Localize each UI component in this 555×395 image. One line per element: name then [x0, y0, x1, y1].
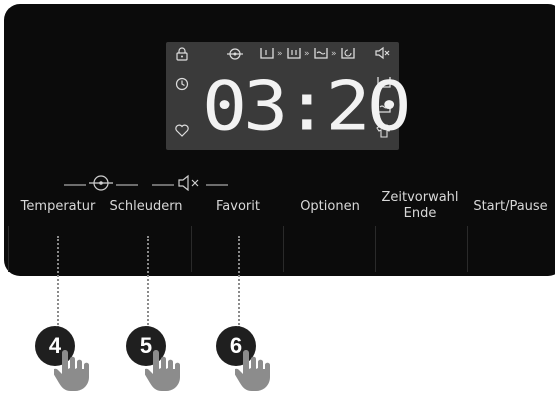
lock-icon: [176, 47, 188, 61]
leader-line: [147, 236, 149, 328]
mute-icon: [374, 46, 390, 60]
rinse-icon: [314, 46, 328, 60]
leader-line: [57, 236, 59, 328]
finger-press-icon: [54, 343, 100, 393]
optionen-button[interactable]: [284, 226, 376, 272]
finger-press-icon: [235, 343, 281, 393]
leader-line: [238, 236, 240, 328]
key-row: [8, 226, 555, 272]
start-pause-button[interactable]: [468, 226, 555, 272]
temperatur-button[interactable]: [8, 226, 101, 272]
start-pause-label: Start/Pause: [473, 199, 548, 214]
spin-icon: [341, 46, 355, 60]
schleudern-button[interactable]: [100, 226, 192, 272]
finger-press-icon: [145, 343, 191, 393]
arrow-icon: »: [331, 49, 337, 59]
favorit-label: Favorit: [216, 199, 260, 214]
temperature-icon: [64, 173, 138, 195]
arrow-icon: »: [304, 49, 310, 59]
clock-icon: [175, 77, 189, 91]
schleudern-label: Schleudern: [109, 199, 183, 214]
mute-icon: [152, 173, 228, 195]
arrow-icon: »: [277, 49, 283, 59]
temperature-icon: [226, 47, 244, 61]
zeitvorwahl-label: Zeitvorwahl Ende: [381, 190, 459, 221]
temperatur-label: Temperatur: [20, 199, 96, 214]
zeitvorwahl-ende-button[interactable]: [376, 226, 468, 272]
wash-icon: [287, 46, 301, 60]
heart-icon: [175, 124, 189, 137]
time-display: 03:20: [202, 66, 412, 146]
prewash-icon: [260, 46, 274, 60]
optionen-label: Optionen: [300, 199, 360, 214]
